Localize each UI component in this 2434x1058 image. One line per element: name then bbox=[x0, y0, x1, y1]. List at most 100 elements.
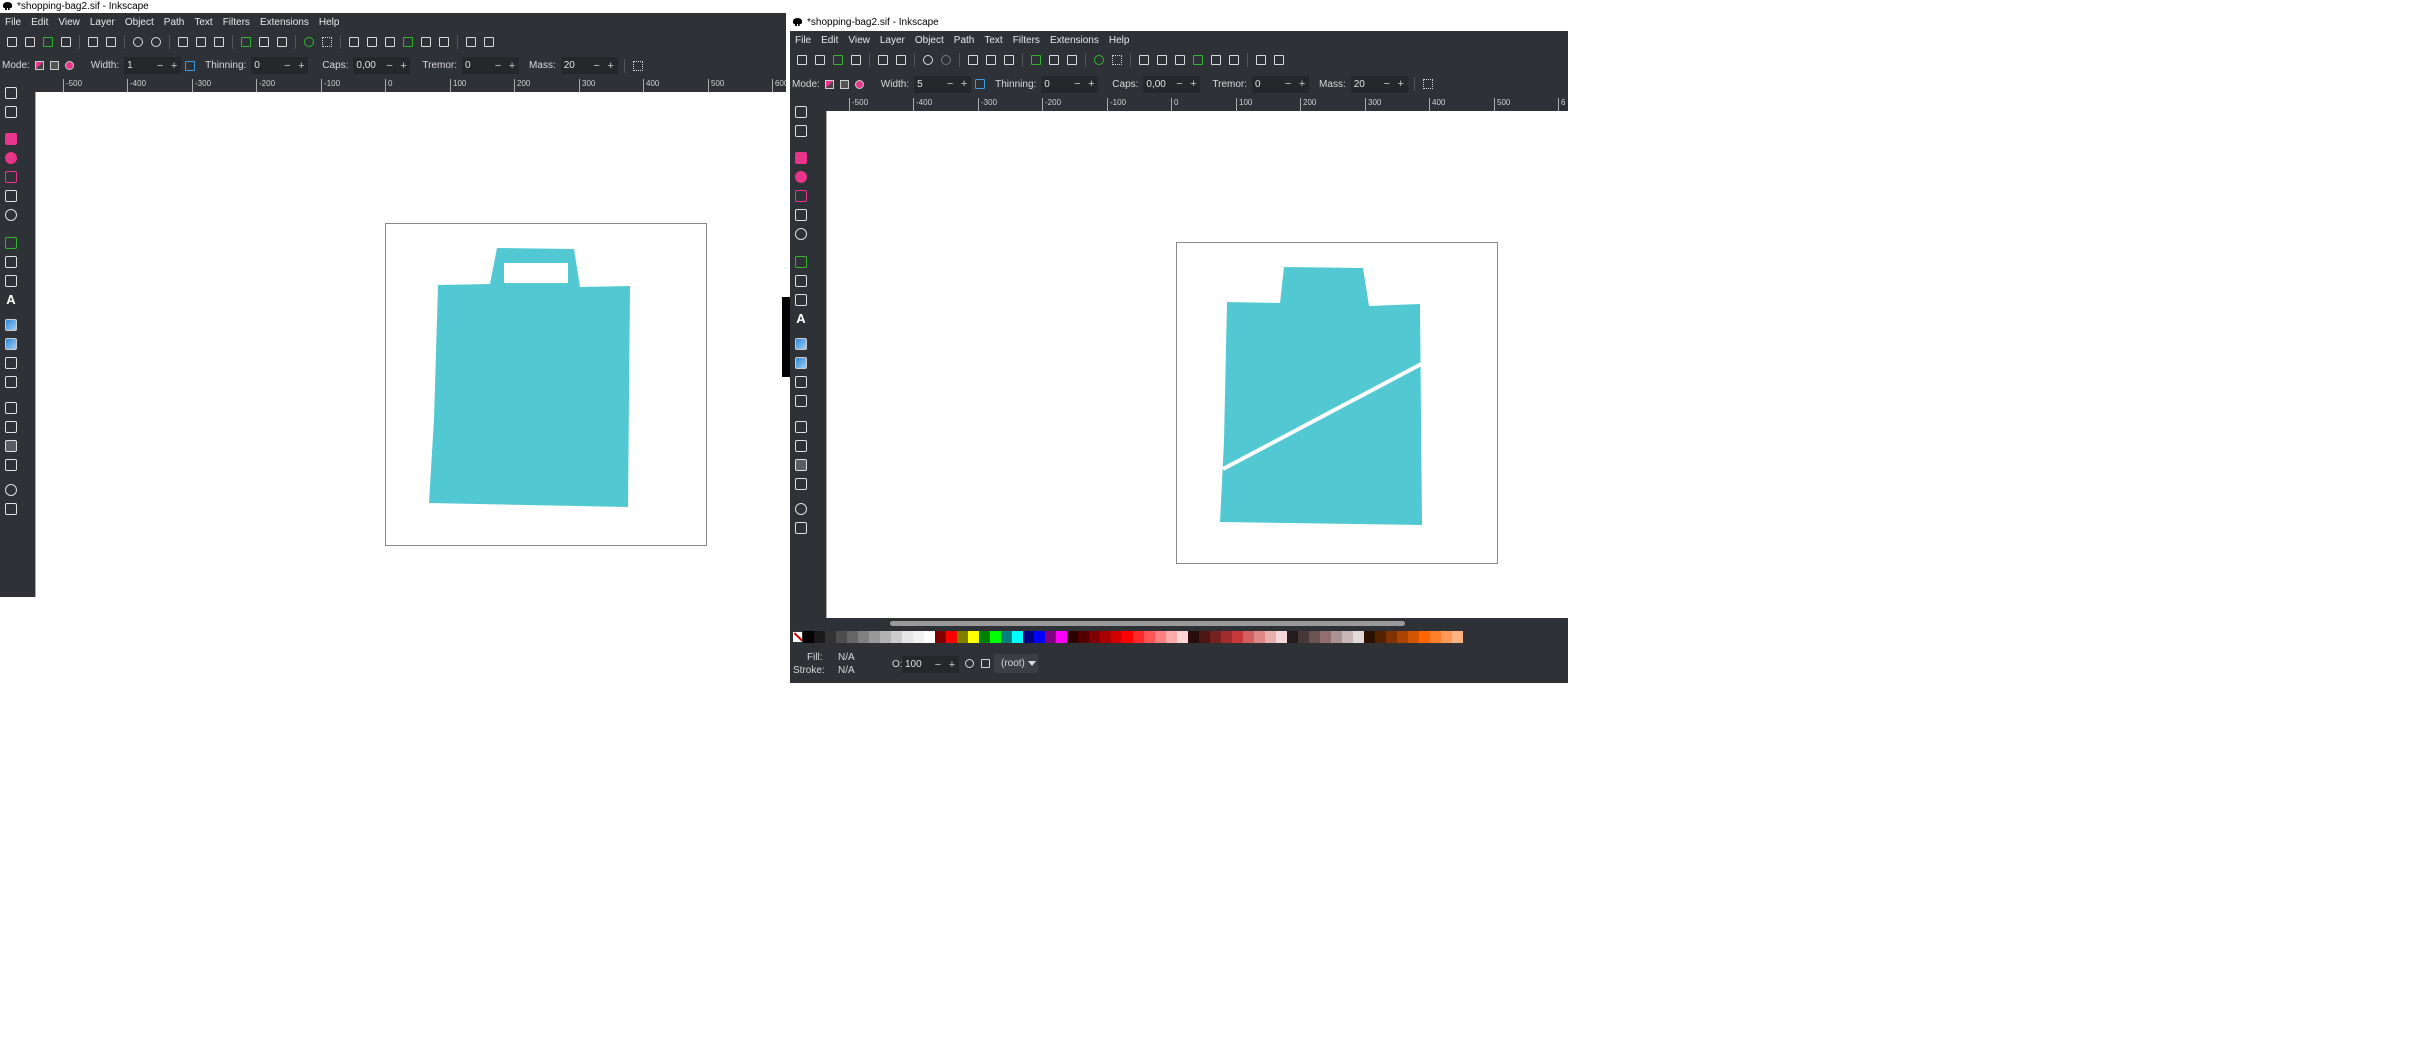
minus-icon[interactable]: − bbox=[1380, 78, 1394, 90]
menu-path[interactable]: Path bbox=[949, 35, 980, 46]
print-icon[interactable] bbox=[61, 36, 71, 47]
menu-view[interactable]: View bbox=[843, 35, 875, 46]
color-swatch[interactable] bbox=[1001, 631, 1012, 643]
color-swatch[interactable] bbox=[1452, 631, 1463, 643]
group-icon[interactable] bbox=[304, 36, 314, 47]
paste-icon[interactable] bbox=[1004, 55, 1014, 65]
paste-icon[interactable] bbox=[214, 36, 224, 47]
color-swatch[interactable] bbox=[1287, 631, 1298, 643]
document-properties-icon[interactable] bbox=[1256, 55, 1266, 65]
color-swatch[interactable] bbox=[1276, 631, 1287, 643]
eraser-tool-icon[interactable] bbox=[795, 458, 807, 471]
copy-icon[interactable] bbox=[178, 36, 188, 47]
color-swatch[interactable] bbox=[990, 631, 1001, 643]
width-spinbox[interactable]: 1− + bbox=[124, 57, 182, 74]
spiral-tool-icon[interactable] bbox=[5, 209, 17, 221]
clone-icon[interactable] bbox=[1049, 55, 1059, 65]
menu-extensions[interactable]: Extensions bbox=[255, 17, 314, 28]
minus-icon[interactable]: − bbox=[153, 60, 167, 72]
menu-layer[interactable]: Layer bbox=[85, 17, 120, 28]
pencil-tool-icon[interactable] bbox=[5, 255, 17, 268]
color-swatch[interactable] bbox=[1012, 631, 1023, 643]
node-tool-icon[interactable] bbox=[795, 124, 807, 137]
save-icon[interactable] bbox=[43, 36, 53, 47]
layers-icon[interactable] bbox=[385, 36, 395, 47]
plus-icon[interactable]: + bbox=[1295, 78, 1309, 90]
plus-icon[interactable]: + bbox=[604, 60, 618, 72]
mode-cut-icon[interactable] bbox=[839, 79, 849, 89]
preferences-icon[interactable] bbox=[484, 36, 494, 47]
color-swatch[interactable] bbox=[979, 631, 990, 643]
ungroup-icon[interactable] bbox=[322, 36, 332, 47]
layers-icon[interactable] bbox=[1175, 55, 1185, 65]
color-swatch[interactable] bbox=[1265, 631, 1276, 643]
color-swatch[interactable] bbox=[1111, 631, 1122, 643]
horizontal-scrollbar[interactable] bbox=[827, 618, 1568, 630]
color-swatch[interactable] bbox=[1386, 631, 1397, 643]
3d-box-tool-icon[interactable] bbox=[5, 190, 17, 202]
minus-icon[interactable]: − bbox=[590, 60, 604, 72]
objects-icon[interactable] bbox=[439, 36, 449, 47]
minus-icon[interactable]: − bbox=[943, 78, 957, 90]
measure-tool-icon[interactable] bbox=[795, 522, 807, 534]
color-swatch[interactable] bbox=[1441, 631, 1452, 643]
thinning-spinbox[interactable]: 0− + bbox=[1041, 75, 1099, 93]
thinning-spinbox[interactable]: 0− + bbox=[251, 57, 309, 74]
minus-icon[interactable]: − bbox=[1281, 78, 1295, 90]
left-canvas[interactable] bbox=[36, 92, 786, 597]
color-swatch[interactable] bbox=[1221, 631, 1232, 643]
mass-spinbox[interactable]: 20− + bbox=[560, 57, 618, 74]
print-icon[interactable] bbox=[851, 55, 861, 65]
menu-extensions[interactable]: Extensions bbox=[1045, 35, 1104, 46]
mesh-tool-icon[interactable] bbox=[795, 357, 807, 369]
color-swatch[interactable] bbox=[1320, 631, 1331, 643]
color-swatch[interactable] bbox=[1100, 631, 1111, 643]
ellipse-tool-icon[interactable] bbox=[5, 152, 17, 164]
minus-icon[interactable]: − bbox=[491, 60, 505, 72]
menu-text[interactable]: Text bbox=[979, 35, 1007, 46]
objects-icon[interactable] bbox=[1229, 55, 1239, 65]
spiral-tool-icon[interactable] bbox=[795, 228, 807, 240]
color-swatch[interactable] bbox=[1364, 631, 1375, 643]
color-swatch[interactable] bbox=[1210, 631, 1221, 643]
mode-cut-icon[interactable] bbox=[49, 61, 59, 70]
color-swatch[interactable] bbox=[1133, 631, 1144, 643]
layer-dropdown[interactable]: (root) bbox=[994, 654, 1038, 673]
calligraphy-tool-icon[interactable] bbox=[795, 293, 807, 306]
color-swatch[interactable] bbox=[1254, 631, 1265, 643]
color-swatch[interactable] bbox=[1232, 631, 1243, 643]
minus-icon[interactable]: − bbox=[1070, 78, 1084, 90]
lock-toggle-icon[interactable] bbox=[981, 659, 990, 668]
text-font-icon[interactable] bbox=[367, 36, 377, 47]
star-tool-icon[interactable] bbox=[795, 190, 807, 202]
minus-icon[interactable]: − bbox=[280, 60, 294, 72]
export-icon[interactable] bbox=[106, 36, 116, 47]
visibility-toggle-icon[interactable] bbox=[965, 659, 974, 668]
dropper-tool-icon[interactable] bbox=[5, 357, 17, 369]
redo-icon[interactable] bbox=[151, 36, 161, 47]
plus-icon[interactable]: + bbox=[294, 60, 308, 72]
eraser-tool-icon[interactable] bbox=[5, 439, 17, 452]
open-icon[interactable] bbox=[25, 36, 35, 47]
undo-icon[interactable] bbox=[923, 55, 933, 65]
menu-edit[interactable]: Edit bbox=[26, 17, 53, 28]
menu-file[interactable]: File bbox=[0, 17, 26, 28]
import-icon[interactable] bbox=[88, 36, 98, 47]
color-swatch[interactable] bbox=[1243, 631, 1254, 643]
mode-delete-icon[interactable] bbox=[34, 61, 44, 70]
color-swatch[interactable] bbox=[880, 631, 891, 643]
spray-tool-icon[interactable] bbox=[5, 420, 17, 433]
width-spinbox[interactable]: 5− + bbox=[914, 75, 972, 93]
opacity-spinbox[interactable]: 100 − + bbox=[902, 656, 959, 673]
color-swatch[interactable] bbox=[858, 631, 869, 643]
color-swatch[interactable] bbox=[1309, 631, 1320, 643]
color-swatch[interactable] bbox=[1188, 631, 1199, 643]
plus-icon[interactable]: + bbox=[945, 659, 959, 671]
paint-bucket-tool-icon[interactable] bbox=[5, 376, 17, 388]
text-tool-icon[interactable]: A bbox=[5, 293, 17, 306]
color-swatch[interactable] bbox=[1023, 631, 1034, 643]
text-tool-icon[interactable]: A bbox=[795, 312, 807, 325]
caps-spinbox[interactable]: 0,00− + bbox=[353, 57, 411, 74]
menu-path[interactable]: Path bbox=[159, 17, 190, 28]
document-properties-icon[interactable] bbox=[466, 36, 476, 47]
